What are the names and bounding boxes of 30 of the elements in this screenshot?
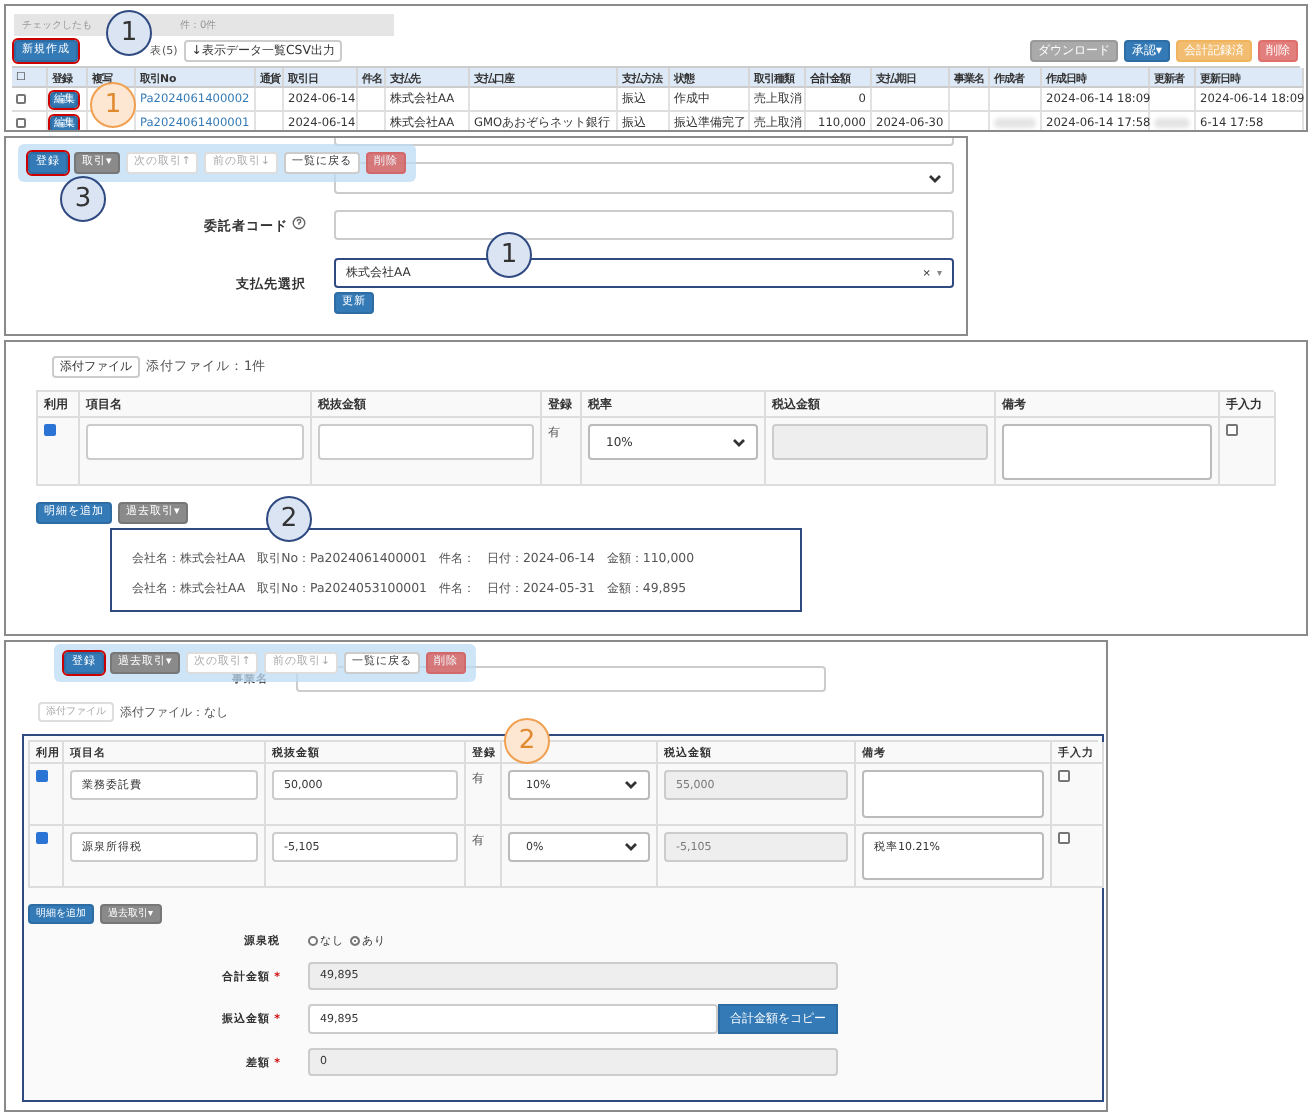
- table-cell: [256, 88, 284, 113]
- select-field[interactable]: [334, 162, 954, 194]
- callout-number: 2: [504, 718, 550, 764]
- blurred-name: [994, 118, 1036, 129]
- callout-number: 3: [60, 176, 106, 222]
- blurred-name: [1154, 118, 1190, 129]
- checkbox[interactable]: [1058, 832, 1070, 844]
- checkbox[interactable]: [1226, 424, 1238, 437]
- table-cell: [358, 88, 386, 113]
- table-cell: [950, 88, 990, 113]
- text-field[interactable]: [86, 424, 304, 461]
- checkbox[interactable]: [44, 424, 56, 437]
- help-icon: [292, 215, 306, 229]
- callout-number: 1: [90, 82, 136, 128]
- checkbox[interactable]: [36, 832, 48, 844]
- row-checkbox[interactable]: [16, 94, 26, 105]
- callout-number: 2: [266, 496, 312, 542]
- text-field[interactable]: [334, 210, 954, 240]
- checkbox[interactable]: [1058, 770, 1070, 782]
- text-field[interactable]: [318, 424, 534, 461]
- note-field[interactable]: [862, 770, 1044, 818]
- note-field[interactable]: [1002, 424, 1212, 481]
- chevron-down-icon: [732, 437, 746, 448]
- checkbox[interactable]: [36, 770, 48, 782]
- chevron-down-icon: [624, 842, 638, 852]
- table-cell: [872, 88, 950, 113]
- chevron-down-icon: [928, 173, 942, 183]
- row-checkbox[interactable]: [16, 118, 26, 129]
- callout-number: 1: [106, 10, 152, 56]
- chevron-down-icon: [624, 780, 638, 790]
